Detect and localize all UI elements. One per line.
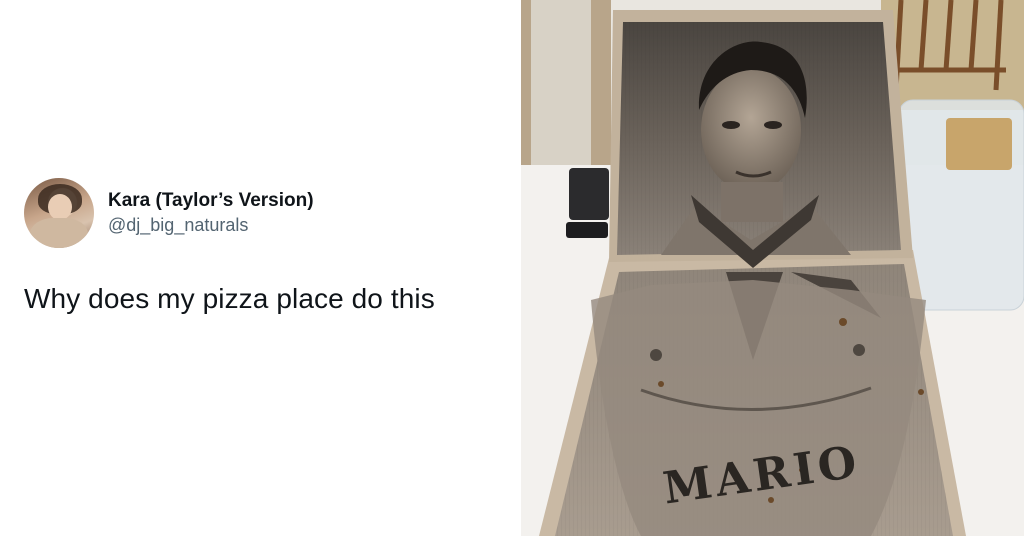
user-handle[interactable]: @dj_big_naturals: [108, 213, 314, 237]
display-name[interactable]: Kara (Taylor’s Version): [108, 189, 314, 213]
portrait-neck: [721, 182, 783, 222]
window-glass: [531, 0, 591, 165]
avatar-body: [30, 218, 88, 248]
avatar-face: [48, 194, 72, 220]
pizza-box-photo: MARIO: [521, 0, 1024, 536]
tweet-author[interactable]: Kara (Taylor’s Version) @dj_big_naturals: [24, 178, 314, 248]
phone-case: [566, 222, 608, 238]
avatar[interactable]: [24, 178, 94, 248]
tweet-photo[interactable]: MARIO: [521, 0, 1024, 536]
phone: [569, 168, 609, 220]
food-in-container: [946, 118, 1012, 170]
portrait-face: [701, 68, 801, 192]
tweet-text: Why does my pizza place do this: [24, 283, 435, 314]
tweet-panel: Kara (Taylor’s Version) @dj_big_naturals…: [0, 0, 520, 536]
author-names: Kara (Taylor’s Version) @dj_big_naturals: [108, 189, 314, 237]
